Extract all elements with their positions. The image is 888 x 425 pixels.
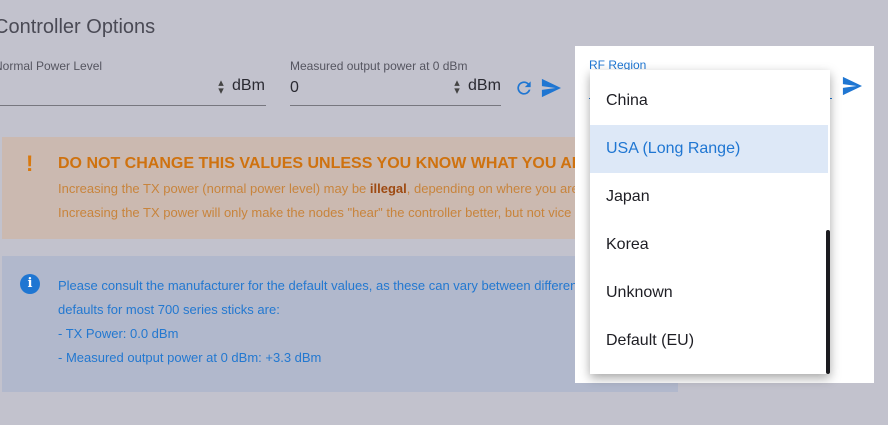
rf-send-icon[interactable] <box>841 76 863 101</box>
info-icon: i <box>20 274 40 294</box>
normal-power-stepper[interactable]: ▴ ▾ <box>216 78 226 97</box>
rf-option-unknown[interactable]: Unknown <box>590 269 828 317</box>
measured-power-label: Measured output power at 0 dBm <box>290 59 468 73</box>
warning-line-1: Increasing the TX power (normal power le… <box>58 181 593 196</box>
normal-power-unit: dBm <box>232 77 265 94</box>
normal-power-input[interactable]: ▴ ▾ dBm <box>0 73 266 106</box>
info-line-1: Please consult the manufacturer for the … <box>58 278 592 293</box>
measured-power-input[interactable]: 0 ▴ ▾ dBm <box>290 73 501 106</box>
warning-heading: DO NOT CHANGE THIS VALUES UNLESS YOU KNO… <box>58 155 595 172</box>
page-title: Controller Options <box>0 16 156 38</box>
rf-option-usa-long-range[interactable]: USA (Long Range) <box>590 125 828 173</box>
measured-power-unit: dBm <box>468 77 501 94</box>
refresh-icon[interactable] <box>514 78 534 103</box>
info-line-4: - Measured output power at 0 dBm: +3.3 d… <box>58 350 322 365</box>
dropdown-scrollbar[interactable] <box>826 230 830 374</box>
rf-option-korea[interactable]: Korea <box>590 221 828 269</box>
rf-option-japan[interactable]: Japan <box>590 173 828 221</box>
measured-power-value: 0 <box>290 79 299 96</box>
warning-emphasis: illegal <box>369 181 407 196</box>
normal-power-label: Normal Power Level <box>0 59 103 73</box>
measured-power-stepper[interactable]: ▴ ▾ <box>452 78 462 97</box>
rf-region-dropdown[interactable]: China USA (Long Range) Japan Korea Unkno… <box>590 70 830 374</box>
rf-option-default-eu[interactable]: Default (EU) <box>590 317 828 365</box>
warning-line-2: Increasing the TX power will only make t… <box>58 205 594 220</box>
rf-option-china[interactable]: China <box>590 77 828 125</box>
exclamation-icon: ! <box>26 151 34 176</box>
info-line-3: - TX Power: 0.0 dBm <box>58 326 179 341</box>
send-icon[interactable] <box>540 78 562 103</box>
info-line-2: defaults for most 700 series sticks are: <box>58 302 280 317</box>
